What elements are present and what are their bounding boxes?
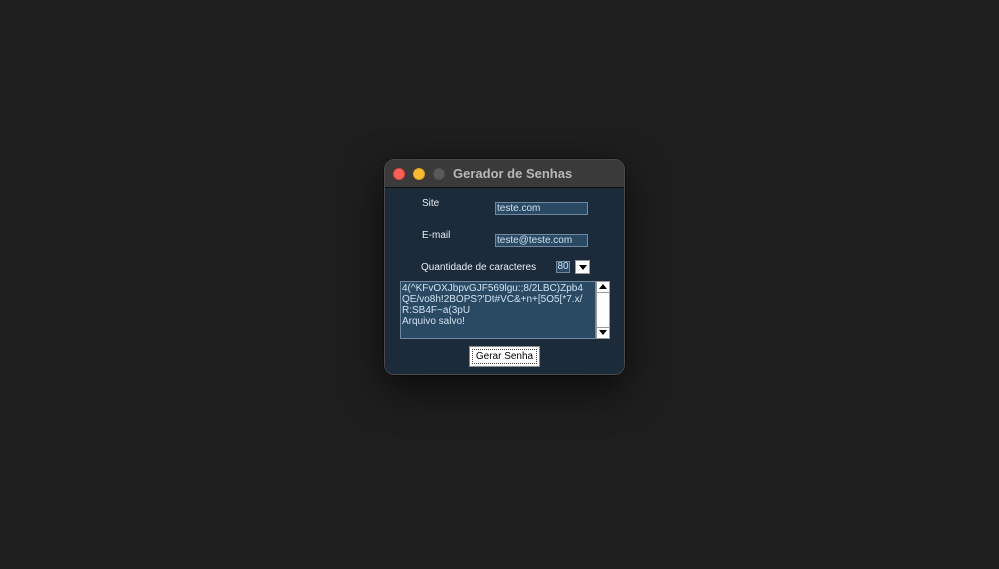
output-line: 4(^KFvOXJbpvGJF569lgu:;8/2LBC)Zpb4 (402, 283, 583, 294)
output-line: R:SB4F~a(3pU (402, 305, 471, 316)
scroll-up-button[interactable] (597, 282, 609, 293)
arrow-up-icon (599, 284, 607, 289)
output-scrollbar[interactable] (596, 281, 610, 339)
app-window: Gerador de Senhas Site teste.com E-mail … (384, 159, 625, 375)
scroll-down-button[interactable] (597, 327, 609, 338)
form-panel: Site teste.com E-mail teste@teste.com Qu… (385, 188, 624, 374)
chevron-down-icon (579, 265, 587, 270)
generate-password-button[interactable]: Gerar Senha (469, 346, 540, 367)
site-label: Site (422, 198, 440, 209)
close-window-button[interactable] (393, 168, 405, 180)
output-line: QE/vo8h!2BOPS?'Dt#VC&+n+[5O5[*7.x/ (402, 294, 583, 305)
quantity-dropdown-button[interactable] (575, 260, 590, 274)
generate-password-label: Gerar Senha (472, 349, 537, 364)
password-output[interactable]: 4(^KFvOXJbpvGJF569lgu:;8/2LBC)Zpb4 QE/vo… (400, 281, 596, 339)
desktop: Gerador de Senhas Site teste.com E-mail … (0, 0, 999, 569)
window-title: Gerador de Senhas (453, 166, 573, 181)
minimize-window-button[interactable] (413, 168, 425, 180)
site-input[interactable]: teste.com (495, 202, 588, 215)
arrow-down-icon (599, 330, 607, 335)
zoom-window-button (433, 168, 445, 180)
quantity-label: Quantidade de caracteres (421, 262, 537, 273)
email-input[interactable]: teste@teste.com (495, 234, 588, 247)
title-bar[interactable]: Gerador de Senhas (385, 160, 624, 188)
save-status: Arquivo salvo! (402, 316, 465, 327)
quantity-value[interactable]: 80 (556, 261, 570, 273)
email-label: E-mail (422, 230, 451, 241)
